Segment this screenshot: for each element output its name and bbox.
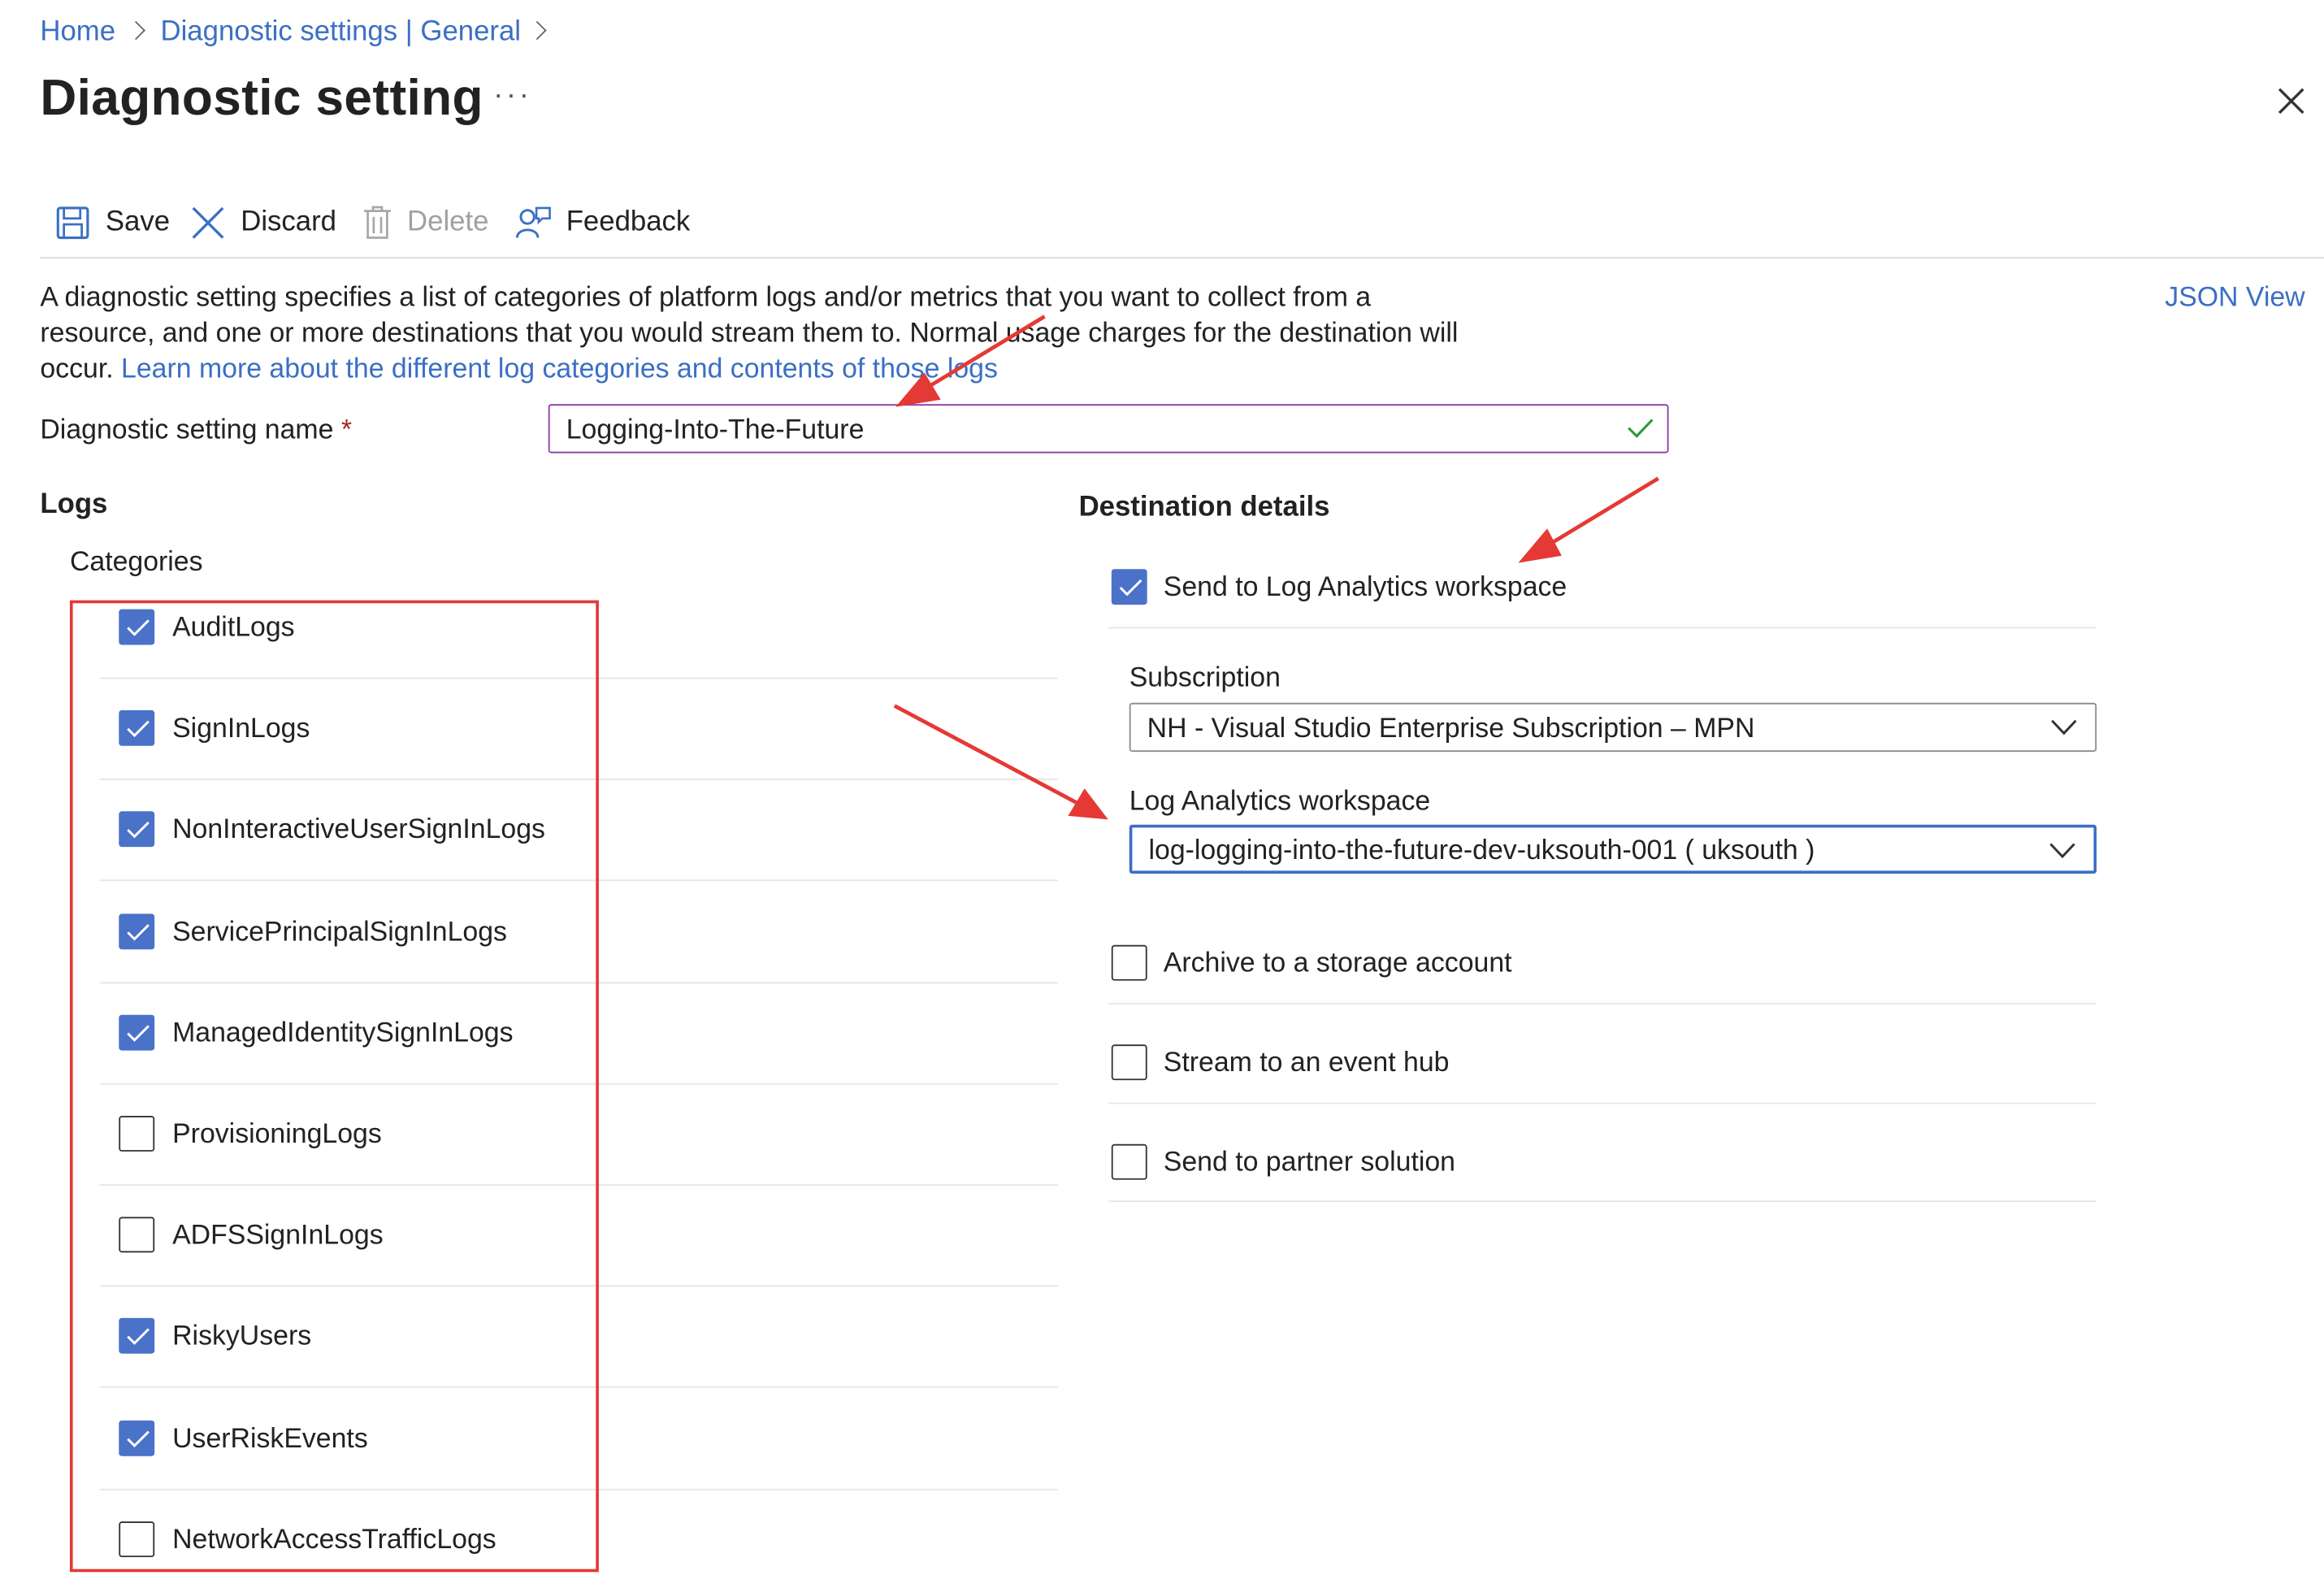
workspace-value: log-logging-into-the-future-dev-uksouth-… <box>1148 833 1815 866</box>
delete-label: Delete <box>407 206 489 238</box>
storage-account-label: Archive to a storage account <box>1163 946 1512 978</box>
valid-checkmark-icon <box>1628 419 1654 438</box>
workspace-label: Log Analytics workspace <box>1129 784 1431 816</box>
feedback-button[interactable]: Feedback <box>515 202 691 244</box>
breadcrumb-home[interactable]: Home <box>40 16 115 49</box>
breadcrumb-diagnostic-settings[interactable]: Diagnostic settings | General <box>160 16 521 49</box>
save-icon <box>56 206 89 240</box>
categories-label: Categories <box>69 545 203 577</box>
annotation-arrow-workspace <box>893 704 1080 806</box>
setting-name-label-text: Diagnostic setting name <box>40 413 334 445</box>
destination-heading: Destination details <box>1078 492 1330 523</box>
feedback-label: Feedback <box>566 206 691 238</box>
chevron-right-icon <box>126 20 145 41</box>
save-button[interactable]: Save <box>55 202 170 244</box>
subscription-label: Subscription <box>1129 661 1281 692</box>
workspace-select[interactable]: log-logging-into-the-future-dev-uksouth-… <box>1129 824 2097 874</box>
discard-button[interactable]: Discard <box>190 202 336 244</box>
divider <box>1108 1102 2097 1104</box>
page-title: Diagnostic setting <box>40 69 483 127</box>
storage-account-checkbox[interactable] <box>1111 944 1147 981</box>
chevron-right-icon <box>527 20 547 41</box>
event-hub-checkbox[interactable] <box>1111 1044 1147 1081</box>
close-icon[interactable] <box>2274 83 2309 119</box>
learn-more-link[interactable]: Learn more about the different log categ… <box>121 352 998 383</box>
required-mark: * <box>340 413 353 445</box>
feedback-icon <box>515 206 551 238</box>
divider <box>1108 1003 2097 1004</box>
log-analytics-label: Send to Log Analytics workspace <box>1163 571 1567 602</box>
subscription-select[interactable]: NH - Visual Studio Enterprise Subscripti… <box>1129 702 2097 753</box>
annotation-arrowhead-log-analytics <box>1518 528 1562 563</box>
setting-name-label: Diagnostic setting name * <box>40 413 352 445</box>
more-options-button[interactable]: ··· <box>493 79 532 113</box>
annotation-highlight-box <box>69 600 599 1573</box>
divider <box>1108 627 2097 629</box>
subscription-value: NH - Visual Studio Enterprise Subscripti… <box>1147 711 1755 744</box>
trash-icon <box>364 206 391 239</box>
diagnostic-setting-blade: Home Diagnostic settings | General Diagn… <box>0 0 2324 1575</box>
delete-button[interactable]: Delete <box>362 202 488 244</box>
log-analytics-checkbox[interactable] <box>1111 569 1147 605</box>
event-hub-label: Stream to an event hub <box>1163 1046 1450 1078</box>
annotation-arrowhead-workspace <box>1068 788 1108 820</box>
annotation-arrow-log-analytics <box>1544 476 1659 549</box>
partner-solution-checkbox[interactable] <box>1111 1143 1147 1180</box>
description: A diagnostic setting specifies a list of… <box>40 280 1466 387</box>
divider <box>1108 1200 2097 1203</box>
save-label: Save <box>105 206 171 238</box>
json-view-link[interactable]: JSON View <box>2165 281 2304 314</box>
chevron-down-icon <box>2049 843 2075 859</box>
setting-name-input[interactable] <box>548 404 1669 453</box>
discard-label: Discard <box>241 206 337 238</box>
chevron-down-icon <box>2051 719 2077 735</box>
discard-icon <box>192 206 224 239</box>
toolbar-divider <box>40 257 2324 259</box>
logs-heading: Logs <box>40 488 108 520</box>
partner-solution-label: Send to partner solution <box>1163 1145 1455 1178</box>
